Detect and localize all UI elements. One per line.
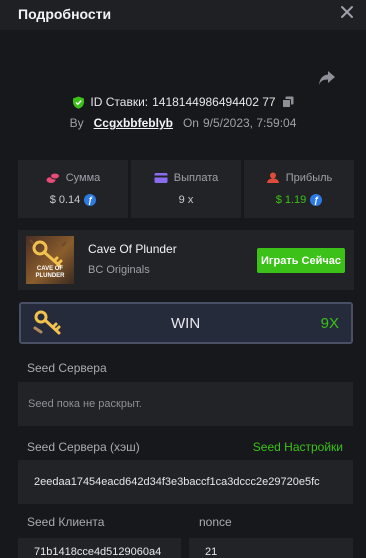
stat-profit: Прибыль $ 1.19 ƒ bbox=[244, 160, 354, 218]
stat-profit-value: $ 1.19 bbox=[275, 194, 307, 206]
server-hash-field[interactable]: 2eedaa17454eacd642d34f3e3baccf1ca3dccc2e… bbox=[18, 460, 353, 504]
by-label: By bbox=[69, 116, 84, 130]
game-card: CAVE OF PLUNDER Cave Of Plunder BC Origi… bbox=[18, 230, 354, 290]
bet-date: 9/5/2023, 7:59:04 bbox=[202, 116, 297, 130]
stat-payout-value: 9 x bbox=[178, 194, 194, 206]
game-thumbnail[interactable]: CAVE OF PLUNDER bbox=[26, 236, 74, 284]
treasure-key-icon bbox=[33, 310, 61, 335]
card-icon bbox=[154, 173, 168, 183]
stat-payout-label: Выплата bbox=[173, 172, 219, 184]
server-seed-field: Seed пока не раскрыт. bbox=[18, 382, 353, 426]
share-icon[interactable] bbox=[318, 70, 336, 86]
bet-stats: Сумма $ 0.14 ƒ Выплата 9 x Прибыль $ 1.1… bbox=[18, 160, 354, 218]
game-thumbnail-label: CAVE OF PLUNDER bbox=[35, 266, 65, 279]
coins-icon bbox=[46, 172, 60, 183]
play-now-button[interactable]: Играть Сейчас bbox=[257, 248, 345, 273]
stat-profit-label: Прибыль bbox=[285, 172, 333, 184]
game-provider: BC Originals bbox=[88, 264, 150, 276]
seed-settings-link[interactable]: Seed Настройки bbox=[253, 440, 343, 454]
nonce-field[interactable]: 21 bbox=[189, 538, 353, 558]
server-seed-value: Seed пока не раскрыт. bbox=[28, 398, 142, 410]
result-label: WIN bbox=[171, 315, 201, 332]
client-seed-value: 71b1418cce4d5129060a4 bbox=[34, 546, 162, 558]
on-label: On bbox=[182, 116, 199, 130]
stat-amount: Сумма $ 0.14 ƒ bbox=[18, 160, 128, 218]
bet-author-row: By Ccgxbbfeblyb On 9/5/2023, 7:59:04 bbox=[0, 115, 366, 131]
details-header: Подробности bbox=[0, 0, 366, 30]
nonce-value: 21 bbox=[205, 546, 218, 558]
client-seed-label: Seed Клиента bbox=[27, 515, 105, 529]
copy-icon[interactable] bbox=[281, 96, 294, 108]
bet-id-label: ID Ставки: bbox=[90, 95, 149, 109]
nonce-label: nonce bbox=[199, 515, 232, 529]
coin-icon: ƒ bbox=[310, 194, 323, 206]
shield-check-icon bbox=[73, 96, 85, 109]
close-icon[interactable] bbox=[340, 5, 354, 19]
result-multiplier: 9X bbox=[320, 315, 339, 332]
server-hash-value: 2eedaa17454eacd642d34f3e3baccf1ca3dccc2e… bbox=[34, 476, 320, 488]
stat-amount-label: Сумма bbox=[65, 172, 101, 184]
bet-id-value: 1418144986494402 77 bbox=[152, 95, 276, 109]
server-hash-label: Seed Сервера (хэш) bbox=[27, 440, 140, 454]
server-seed-label: Seed Сервера bbox=[27, 361, 107, 375]
bet-id-row: ID Ставки: 1418144986494402 77 bbox=[0, 94, 366, 110]
client-seed-field[interactable]: 71b1418cce4d5129060a4 bbox=[18, 538, 181, 558]
profit-icon bbox=[266, 172, 279, 183]
stat-amount-value: $ 0.14 bbox=[49, 194, 81, 206]
username-link[interactable]: Ccgxbbfeblyb bbox=[94, 116, 173, 130]
result-banner: WIN 9X bbox=[19, 302, 353, 344]
game-name: Cave Of Plunder bbox=[88, 242, 177, 256]
coin-icon: ƒ bbox=[84, 194, 97, 206]
page-title: Подробности bbox=[18, 6, 112, 22]
stat-payout: Выплата 9 x bbox=[131, 160, 241, 218]
